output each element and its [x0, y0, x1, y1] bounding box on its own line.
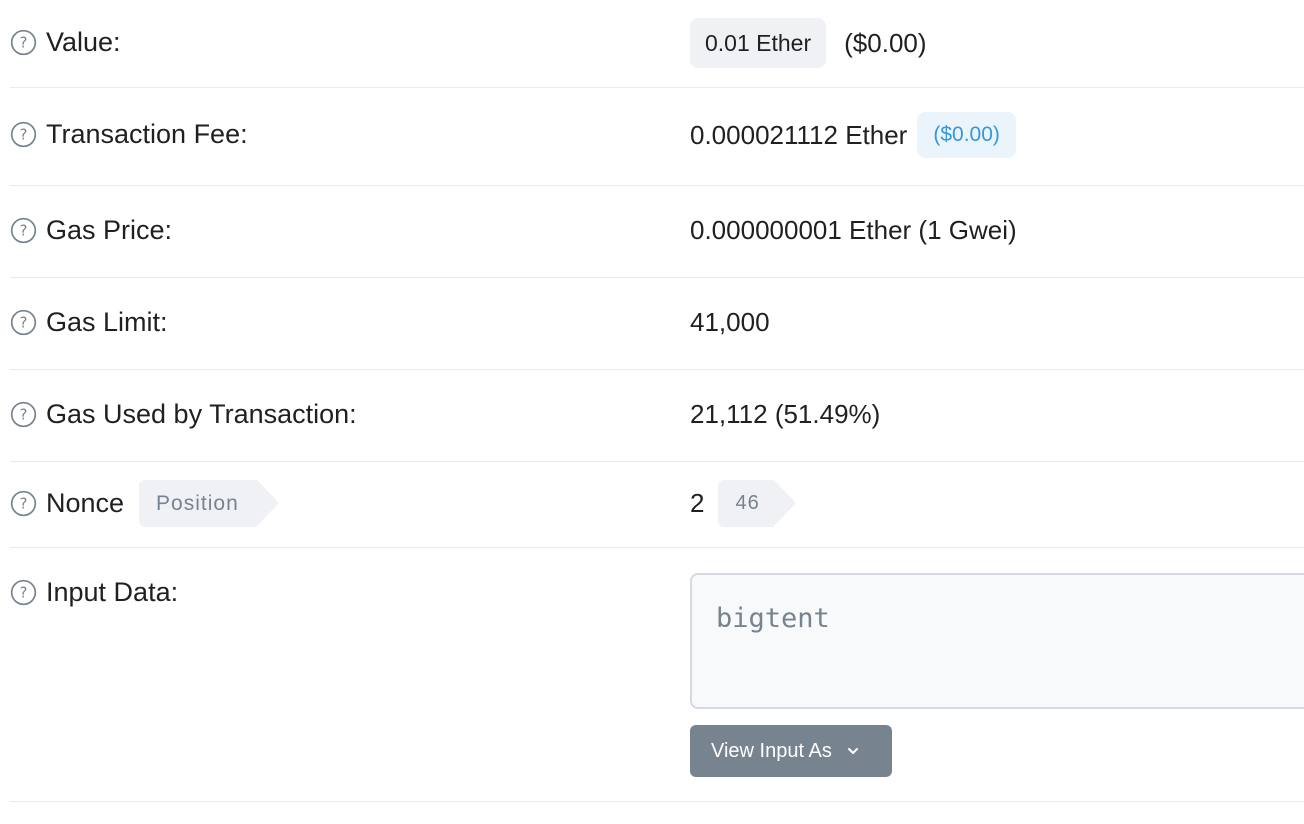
- gas-limit-value: 41,000: [690, 307, 770, 338]
- row-gas-price: ? Gas Price: 0.000000001 Ether (1 Gwei): [10, 186, 1304, 278]
- svg-text:?: ?: [20, 585, 28, 602]
- input-data-text: bigtent: [716, 603, 830, 634]
- question-circle-icon[interactable]: ?: [10, 29, 37, 56]
- label-text: Gas Used by Transaction:: [46, 399, 357, 429]
- label-nonce: ? Nonce Position: [10, 480, 279, 527]
- gas-price-value: 0.000000001 Ether (1 Gwei): [690, 215, 1017, 246]
- label-text: Transaction Fee:: [46, 119, 248, 149]
- fee-usd-badge[interactable]: ($0.00): [917, 112, 1016, 158]
- label-text: Input Data:: [46, 577, 179, 607]
- label-value: ? Value:: [10, 27, 121, 58]
- svg-text:?: ?: [20, 496, 28, 513]
- question-circle-icon[interactable]: ?: [10, 309, 37, 336]
- ether-amount-badge: 0.01 Ether: [690, 18, 827, 68]
- gas-limit-text: 41,000: [690, 307, 770, 337]
- nonce-value: 2: [690, 488, 705, 518]
- label-input-data: ? Input Data:: [10, 577, 178, 608]
- usd-value: ($0.00): [844, 27, 927, 58]
- position-value-tag: 46: [718, 480, 797, 527]
- view-input-as-button[interactable]: View Input As: [690, 725, 892, 777]
- fee-content: 0.000021112 Ether ($0.00): [690, 112, 1016, 158]
- row-value: ? Value: 0.01 Ether ($0.00): [10, 0, 1304, 88]
- gas-used-text: 21,112 (51.49%): [690, 399, 881, 429]
- gas-used-value: 21,112 (51.49%): [690, 399, 880, 430]
- svg-text:?: ?: [20, 223, 28, 240]
- value-content: 0.01 Ether ($0.00): [690, 18, 927, 68]
- label-text: Value:: [46, 27, 121, 57]
- input-data-textarea[interactable]: bigtent: [690, 573, 1304, 709]
- fee-amount: 0.000021112 Ether: [690, 119, 908, 150]
- svg-text:?: ?: [20, 407, 28, 424]
- row-transaction-fee: ? Transaction Fee: 0.000021112 Ether ($0…: [10, 88, 1304, 186]
- row-input-data: ? Input Data: bigtent View Input As: [10, 548, 1304, 802]
- label-text: Gas Limit:: [46, 307, 168, 337]
- question-circle-icon[interactable]: ?: [10, 490, 37, 517]
- label-gas-price: ? Gas Price:: [10, 215, 172, 246]
- label-gas-limit: ? Gas Limit:: [10, 307, 168, 338]
- chevron-down-icon: [847, 748, 858, 754]
- row-nonce: ? Nonce Position 2 46: [10, 462, 1304, 548]
- row-gas-limit: ? Gas Limit: 41,000: [10, 278, 1304, 370]
- position-tag: Position: [139, 480, 279, 527]
- nonce-content: 2 46: [690, 480, 797, 527]
- transaction-details: ? Value: 0.01 Ether ($0.00) ? Transactio…: [0, 0, 1304, 824]
- question-circle-icon[interactable]: ?: [10, 121, 37, 148]
- view-input-label: View Input As: [711, 739, 832, 762]
- gas-price-text: 0.000000001 Ether (1 Gwei): [690, 215, 1017, 245]
- svg-text:?: ?: [20, 35, 28, 52]
- label-text: Gas Price:: [46, 215, 173, 245]
- question-circle-icon[interactable]: ?: [10, 217, 37, 244]
- label-text: Nonce: [46, 488, 125, 518]
- row-gas-used: ? Gas Used by Transaction: 21,112 (51.49…: [10, 370, 1304, 462]
- label-transaction-fee: ? Transaction Fee:: [10, 119, 248, 150]
- svg-text:?: ?: [20, 127, 28, 144]
- question-circle-icon[interactable]: ?: [10, 401, 37, 428]
- label-gas-used: ? Gas Used by Transaction:: [10, 399, 357, 430]
- svg-text:?: ?: [20, 315, 28, 332]
- question-circle-icon[interactable]: ?: [10, 579, 37, 606]
